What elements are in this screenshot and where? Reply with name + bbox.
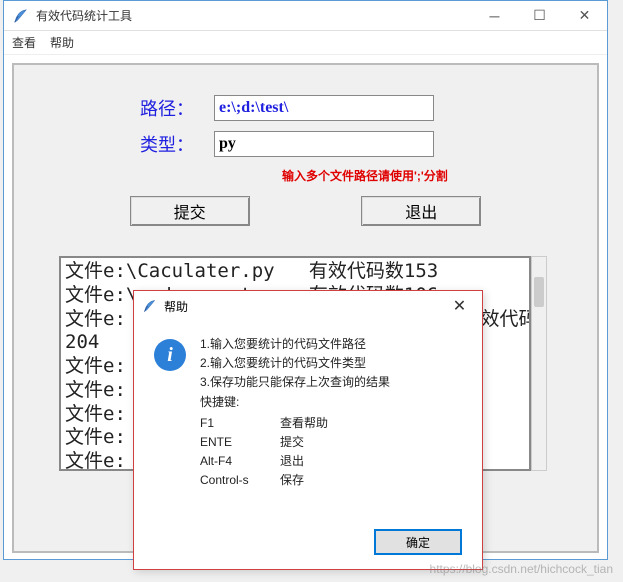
exit-button[interactable]: 退出 [361, 196, 481, 226]
path-label: 路径： [14, 95, 214, 121]
shortcut-table: F1 查看帮助 ENTE 提交 Alt-F4 退出 Control-s 保存 [200, 414, 390, 491]
close-button[interactable]: ✕ [562, 1, 607, 30]
help-dialog: 帮助 ✕ i 1.输入您要统计的代码文件路径 2.输入您要统计的代码文件类型 3… [133, 290, 483, 570]
shortcut-row: ENTE 提交 [200, 433, 390, 452]
window-title: 有效代码统计工具 [36, 7, 472, 24]
dialog-titlebar: 帮助 ✕ [134, 291, 482, 321]
submit-button[interactable]: 提交 [130, 196, 250, 226]
type-input[interactable] [214, 131, 434, 157]
type-row: 类型： [14, 131, 597, 157]
menu-view[interactable]: 查看 [12, 34, 36, 51]
shortcut-row: F1 查看帮助 [200, 414, 390, 433]
path-row: 路径： [14, 95, 597, 121]
form-area: 路径： 类型： 输入多个文件路径请使用';'分割 提交 退出 [14, 65, 597, 256]
path-input[interactable] [214, 95, 434, 121]
menu-help[interactable]: 帮助 [50, 34, 74, 51]
maximize-button[interactable]: ☐ [517, 1, 562, 30]
menubar: 查看 帮助 [4, 31, 607, 55]
output-scrollbar[interactable] [531, 256, 547, 471]
shortcut-desc: 保存 [280, 471, 304, 490]
dialog-line: 1.输入您要统计的代码文件路径 [200, 335, 390, 354]
type-label: 类型： [14, 131, 214, 157]
watermark: https://blog.csdn.net/hichcock_tian [430, 562, 613, 576]
scrollbar-thumb[interactable] [534, 277, 544, 307]
info-icon: i [154, 339, 186, 371]
window-controls: ─ ☐ ✕ [472, 1, 607, 30]
dialog-text: 1.输入您要统计的代码文件路径 2.输入您要统计的代码文件类型 3.保存功能只能… [200, 335, 390, 491]
dialog-line: 快捷键: [200, 393, 390, 412]
ok-button[interactable]: 确定 [374, 529, 462, 555]
shortcut-desc: 查看帮助 [280, 414, 328, 433]
shortcut-row: Control-s 保存 [200, 471, 390, 490]
dialog-line: 3.保存功能只能保存上次查询的结果 [200, 373, 390, 392]
dialog-footer: 确定 [374, 529, 462, 555]
shortcut-key: Alt-F4 [200, 452, 280, 471]
button-row: 提交 退出 [14, 196, 597, 226]
shortcut-key: F1 [200, 414, 280, 433]
shortcut-desc: 退出 [280, 452, 304, 471]
dialog-icon [142, 298, 158, 314]
titlebar: 有效代码统计工具 ─ ☐ ✕ [4, 1, 607, 31]
dialog-title: 帮助 [164, 298, 437, 315]
minimize-button[interactable]: ─ [472, 1, 517, 30]
hint-text: 输入多个文件路径请使用';'分割 [14, 167, 597, 184]
shortcut-row: Alt-F4 退出 [200, 452, 390, 471]
shortcut-desc: 提交 [280, 433, 304, 452]
dialog-close-button[interactable]: ✕ [437, 296, 482, 316]
dialog-line: 2.输入您要统计的代码文件类型 [200, 354, 390, 373]
dialog-body: i 1.输入您要统计的代码文件路径 2.输入您要统计的代码文件类型 3.保存功能… [134, 321, 482, 501]
shortcut-key: ENTE [200, 433, 280, 452]
shortcut-key: Control-s [200, 471, 280, 490]
app-icon [12, 7, 30, 25]
